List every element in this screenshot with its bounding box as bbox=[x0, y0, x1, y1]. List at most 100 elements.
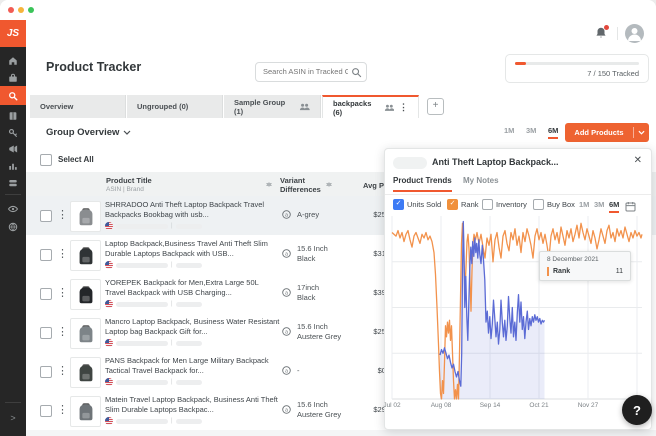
svg-text:a: a bbox=[285, 251, 288, 257]
sort-icon[interactable] bbox=[266, 179, 271, 188]
panel-range-6m[interactable]: 6M bbox=[609, 200, 619, 213]
column-product-title[interactable]: Product Title ASIN | Brand bbox=[106, 176, 152, 193]
search-icon[interactable] bbox=[0, 86, 26, 105]
x-tick-label: Aug 08 bbox=[431, 402, 452, 409]
tab-menu-icon[interactable]: ⋮ bbox=[399, 102, 408, 113]
product-image[interactable] bbox=[70, 201, 101, 232]
product-title[interactable]: Mancro Laptop Backpack, Business Water R… bbox=[105, 317, 281, 336]
checkbox-icon[interactable] bbox=[533, 199, 544, 210]
product-image[interactable] bbox=[70, 240, 101, 271]
product-meta: | bbox=[105, 300, 202, 308]
tab-backpacks[interactable]: backpacks (6) ⋮ bbox=[322, 95, 419, 118]
legend-units-sold[interactable]: ✓Units Sold bbox=[393, 199, 441, 210]
product-image[interactable] bbox=[70, 396, 101, 427]
window-zoom-button[interactable] bbox=[28, 7, 34, 13]
tab-overview[interactable]: Overview bbox=[30, 95, 126, 118]
panel-range-1m[interactable]: 1M bbox=[579, 200, 589, 211]
row-checkbox[interactable] bbox=[40, 366, 52, 378]
product-title[interactable]: PANS Backpack for Men Large Military Bac… bbox=[105, 356, 281, 375]
legend-inventory[interactable]: Inventory bbox=[482, 199, 527, 210]
us-flag-icon bbox=[105, 222, 113, 230]
backpack-silhouette bbox=[75, 323, 97, 345]
backpack-silhouette bbox=[75, 245, 97, 267]
row-checkbox[interactable] bbox=[40, 249, 52, 261]
variant-line: Austere Grey bbox=[297, 410, 341, 420]
calendar-icon[interactable] bbox=[625, 199, 636, 210]
product-image[interactable] bbox=[70, 279, 101, 310]
product-title[interactable]: YOREPEK Backpack for Men,Extra Large 50L… bbox=[105, 278, 281, 297]
tab-my-notes[interactable]: My Notes bbox=[463, 176, 499, 190]
row-menu-icon[interactable]: ⋮ bbox=[57, 363, 68, 379]
legend-rank[interactable]: ✓Rank bbox=[447, 199, 479, 210]
variant-icon: a bbox=[282, 245, 291, 254]
svg-text:a: a bbox=[285, 329, 288, 335]
legend-buy-box[interactable]: Buy Box bbox=[533, 199, 575, 210]
row-checkbox[interactable] bbox=[40, 288, 52, 300]
bell-icon[interactable] bbox=[594, 26, 608, 40]
row-checkbox[interactable] bbox=[40, 327, 52, 339]
product-title[interactable]: Matein Travel Laptop Backpack, Business … bbox=[105, 395, 281, 414]
book-icon[interactable] bbox=[0, 107, 26, 124]
trend-chart[interactable]: Jul 02Aug 08Sep 14Oct 21Nov 27 bbox=[392, 216, 642, 399]
avatar[interactable] bbox=[625, 24, 644, 43]
variant-line: A-grey bbox=[297, 210, 319, 220]
product-image[interactable] bbox=[70, 357, 101, 388]
avg-price: $0. bbox=[348, 366, 388, 375]
window-minimize-button[interactable] bbox=[18, 7, 24, 13]
panel-range-3m[interactable]: 3M bbox=[594, 200, 604, 211]
checkbox-icon[interactable] bbox=[482, 199, 493, 210]
sidebar-expand-icon[interactable]: > bbox=[0, 413, 26, 423]
row-menu-icon[interactable]: ⋮ bbox=[57, 324, 68, 340]
checkbox-icon[interactable]: ✓ bbox=[393, 199, 404, 210]
briefcase-icon[interactable] bbox=[0, 69, 26, 86]
stack-icon[interactable] bbox=[0, 174, 26, 191]
column-avg-price[interactable]: Avg P bbox=[363, 181, 384, 190]
product-title[interactable]: SHRRADOO Anti Theft Laptop Backpack Trav… bbox=[105, 200, 281, 219]
variant-cell: A-grey bbox=[297, 210, 319, 220]
select-all-checkbox[interactable] bbox=[40, 154, 52, 166]
tooltip-row: Rank 11 bbox=[547, 266, 623, 276]
bar-chart-icon[interactable] bbox=[0, 157, 26, 174]
row-menu-icon[interactable]: ⋮ bbox=[57, 285, 68, 301]
home-icon[interactable] bbox=[0, 52, 26, 69]
row-menu-icon[interactable]: ⋮ bbox=[57, 207, 68, 223]
eye-icon[interactable] bbox=[0, 200, 26, 217]
search-box bbox=[255, 61, 367, 81]
globe-icon[interactable] bbox=[0, 218, 26, 235]
window-close-button[interactable] bbox=[8, 7, 14, 13]
svg-text:a: a bbox=[285, 368, 288, 374]
asin-redacted bbox=[116, 380, 168, 385]
range-1m-button[interactable]: 1M bbox=[504, 126, 514, 137]
range-3m-button[interactable]: 3M bbox=[526, 126, 536, 137]
tab-sample-group[interactable]: Sample Group (1) bbox=[224, 95, 321, 118]
column-variant-differences[interactable]: Variant Differences bbox=[280, 176, 321, 194]
key-icon[interactable] bbox=[0, 124, 26, 141]
row-menu-icon[interactable]: ⋮ bbox=[57, 402, 68, 418]
help-button[interactable]: ? bbox=[622, 395, 652, 425]
product-image[interactable] bbox=[70, 318, 101, 349]
product-title[interactable]: Laptop Backpack,Business Travel Anti The… bbox=[105, 239, 281, 258]
app-logo[interactable]: JS bbox=[0, 20, 26, 47]
svg-text:a: a bbox=[285, 407, 288, 413]
close-icon[interactable]: ✕ bbox=[634, 155, 642, 166]
row-menu-icon[interactable]: ⋮ bbox=[57, 246, 68, 262]
group-overview-dropdown[interactable]: Group Overview bbox=[46, 127, 131, 138]
tab-product-trends[interactable]: Product Trends bbox=[393, 176, 452, 192]
avg-price: $39. bbox=[348, 288, 388, 297]
variant-cell: 15.6 Inch Black bbox=[297, 244, 328, 264]
sort-icon[interactable] bbox=[326, 179, 331, 188]
search-input-icon bbox=[351, 65, 362, 76]
range-6m-button[interactable]: 6M bbox=[548, 126, 558, 139]
tab-ungrouped[interactable]: Ungrouped (0) bbox=[127, 95, 223, 118]
row-checkbox[interactable] bbox=[40, 405, 52, 417]
variant-icon: a bbox=[282, 323, 291, 332]
add-products-button[interactable]: Add Products bbox=[565, 123, 649, 142]
add-group-tab-button[interactable]: + bbox=[427, 98, 444, 115]
checkbox-icon[interactable]: ✓ bbox=[447, 199, 458, 210]
group-overview-label: Group Overview bbox=[46, 127, 119, 138]
chevron-down-icon[interactable] bbox=[634, 130, 649, 135]
row-checkbox[interactable] bbox=[40, 210, 52, 222]
avg-price: $25. bbox=[348, 210, 388, 219]
megaphone-icon[interactable] bbox=[0, 140, 26, 157]
variant-line: 15.6 Inch bbox=[297, 322, 341, 332]
